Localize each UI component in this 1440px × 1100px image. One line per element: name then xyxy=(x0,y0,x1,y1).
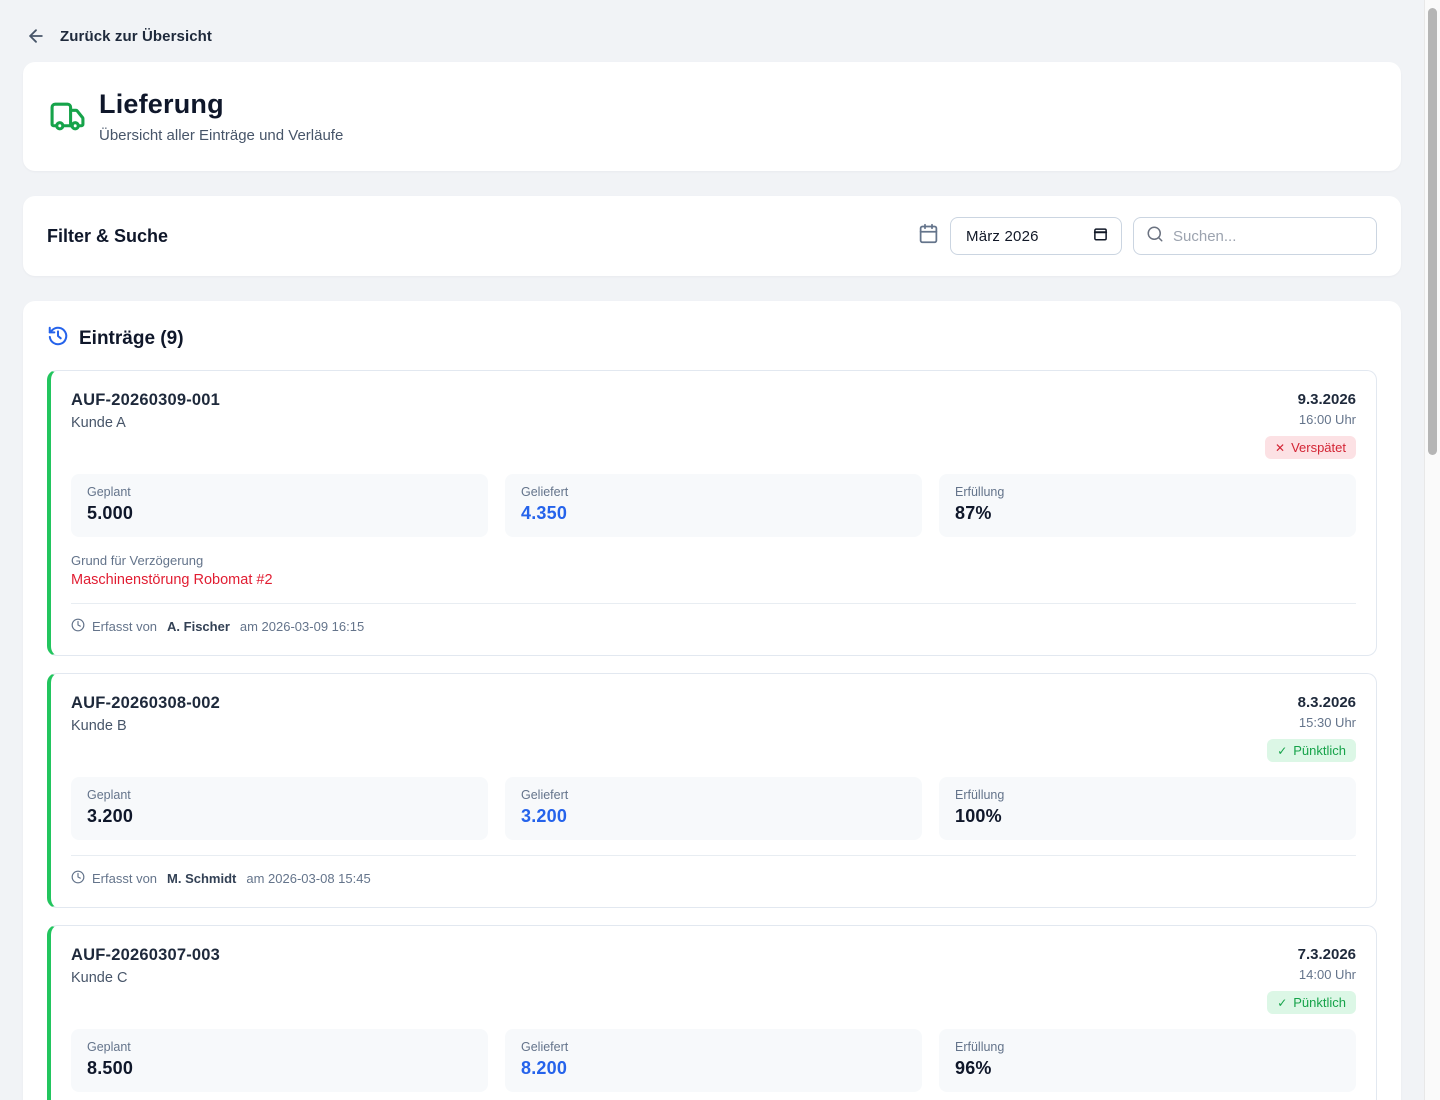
page-header-card: Lieferung Übersicht aller Einträge und V… xyxy=(23,62,1401,171)
status-label: Pünktlich xyxy=(1293,995,1346,1010)
recorded-at: am 2026-03-08 15:45 xyxy=(246,871,370,886)
customer-name: Kunde C xyxy=(71,970,220,986)
customer-name: Kunde B xyxy=(71,718,220,734)
entry-card: AUF-20260307-003 Kunde C 7.3.2026 14:00 … xyxy=(47,925,1377,1100)
month-picker-calendar-icon[interactable] xyxy=(1093,226,1108,246)
recorded-at: am 2026-03-09 16:15 xyxy=(240,619,364,634)
arrow-left-icon xyxy=(26,26,46,46)
stat-value: 100% xyxy=(955,806,1340,827)
stat-label: Geliefert xyxy=(521,1040,906,1054)
vertical-scrollbar[interactable] xyxy=(1424,0,1440,1100)
filter-card: Filter & Suche März 2026 xyxy=(23,196,1401,276)
order-id: AUF-20260307-003 xyxy=(71,946,220,965)
stat-value: 8.200 xyxy=(521,1058,906,1079)
recorded-by-name: M. Schmidt xyxy=(167,871,236,886)
status-badge-ontime: ✓ Pünktlich xyxy=(1267,739,1356,762)
order-id: AUF-20260308-002 xyxy=(71,694,220,713)
filter-title: Filter & Suche xyxy=(47,226,168,247)
stat-value: 5.000 xyxy=(87,503,472,524)
x-icon: ✕ xyxy=(1275,441,1285,455)
recorded-by-name: A. Fischer xyxy=(167,619,230,634)
stat-label: Geplant xyxy=(87,788,472,802)
clock-icon xyxy=(71,618,85,635)
scrollbar-thumb[interactable] xyxy=(1428,8,1437,455)
month-picker-value: März 2026 xyxy=(966,228,1039,245)
recorded-by-label: Erfasst von xyxy=(92,871,157,886)
stat-fulfillment: Erfüllung 100% xyxy=(939,777,1356,840)
back-link[interactable]: Zurück zur Übersicht xyxy=(0,0,1424,62)
calendar-icon xyxy=(918,223,939,249)
stat-planned: Geplant 3.200 xyxy=(71,777,488,840)
stat-label: Geliefert xyxy=(521,788,906,802)
stat-value: 3.200 xyxy=(521,806,906,827)
stat-label: Erfüllung xyxy=(955,1040,1340,1054)
delay-reason-text: Maschinenstörung Robomat #2 xyxy=(71,572,1356,588)
entry-date: 7.3.2026 xyxy=(1267,946,1356,963)
stat-value: 96% xyxy=(955,1058,1340,1079)
stat-value: 87% xyxy=(955,503,1340,524)
check-icon: ✓ xyxy=(1277,744,1287,758)
check-icon: ✓ xyxy=(1277,996,1287,1010)
stat-label: Erfüllung xyxy=(955,788,1340,802)
stat-label: Geplant xyxy=(87,1040,472,1054)
entries-heading: Einträge (9) xyxy=(79,328,184,350)
entries-section: Einträge (9) AUF-20260309-001 Kunde A 9.… xyxy=(23,301,1401,1100)
stat-value: 4.350 xyxy=(521,503,906,524)
month-picker-input[interactable]: März 2026 xyxy=(950,217,1122,255)
stat-label: Geplant xyxy=(87,485,472,499)
stat-fulfillment: Erfüllung 87% xyxy=(939,474,1356,537)
stat-label: Erfüllung xyxy=(955,485,1340,499)
truck-icon xyxy=(49,98,86,140)
status-badge-ontime: ✓ Pünktlich xyxy=(1267,991,1356,1014)
recorded-by-label: Erfasst von xyxy=(92,619,157,634)
page-title: Lieferung xyxy=(99,89,343,120)
entry-time: 16:00 Uhr xyxy=(1265,412,1356,427)
entry-date: 9.3.2026 xyxy=(1265,391,1356,408)
order-id: AUF-20260309-001 xyxy=(71,391,220,410)
search-input[interactable] xyxy=(1173,228,1364,245)
stat-value: 3.200 xyxy=(87,806,472,827)
back-link-label: Zurück zur Übersicht xyxy=(60,28,212,45)
delay-reason-label: Grund für Verzögerung xyxy=(71,553,1356,568)
history-clock-icon xyxy=(47,325,69,352)
stat-delivered: Geliefert 3.200 xyxy=(505,777,922,840)
stat-planned: Geplant 8.500 xyxy=(71,1029,488,1092)
stat-label: Geliefert xyxy=(521,485,906,499)
entry-time: 15:30 Uhr xyxy=(1267,715,1356,730)
stat-value: 8.500 xyxy=(87,1058,472,1079)
entry-time: 14:00 Uhr xyxy=(1267,967,1356,982)
customer-name: Kunde A xyxy=(71,415,220,431)
stat-fulfillment: Erfüllung 96% xyxy=(939,1029,1356,1092)
entry-card: AUF-20260309-001 Kunde A 9.3.2026 16:00 … xyxy=(47,370,1377,656)
clock-icon xyxy=(71,870,85,887)
status-label: Verspätet xyxy=(1291,440,1346,455)
page: Zurück zur Übersicht Lieferung Übersicht… xyxy=(0,0,1424,1100)
stat-delivered: Geliefert 4.350 xyxy=(505,474,922,537)
search-icon xyxy=(1146,225,1164,248)
stat-delivered: Geliefert 8.200 xyxy=(505,1029,922,1092)
status-label: Pünktlich xyxy=(1293,743,1346,758)
page-subtitle: Übersicht aller Einträge und Verläufe xyxy=(99,127,343,144)
status-badge-late: ✕ Verspätet xyxy=(1265,436,1356,459)
search-box xyxy=(1133,217,1377,255)
stat-planned: Geplant 5.000 xyxy=(71,474,488,537)
entry-date: 8.3.2026 xyxy=(1267,694,1356,711)
entry-card: AUF-20260308-002 Kunde B 8.3.2026 15:30 … xyxy=(47,673,1377,908)
